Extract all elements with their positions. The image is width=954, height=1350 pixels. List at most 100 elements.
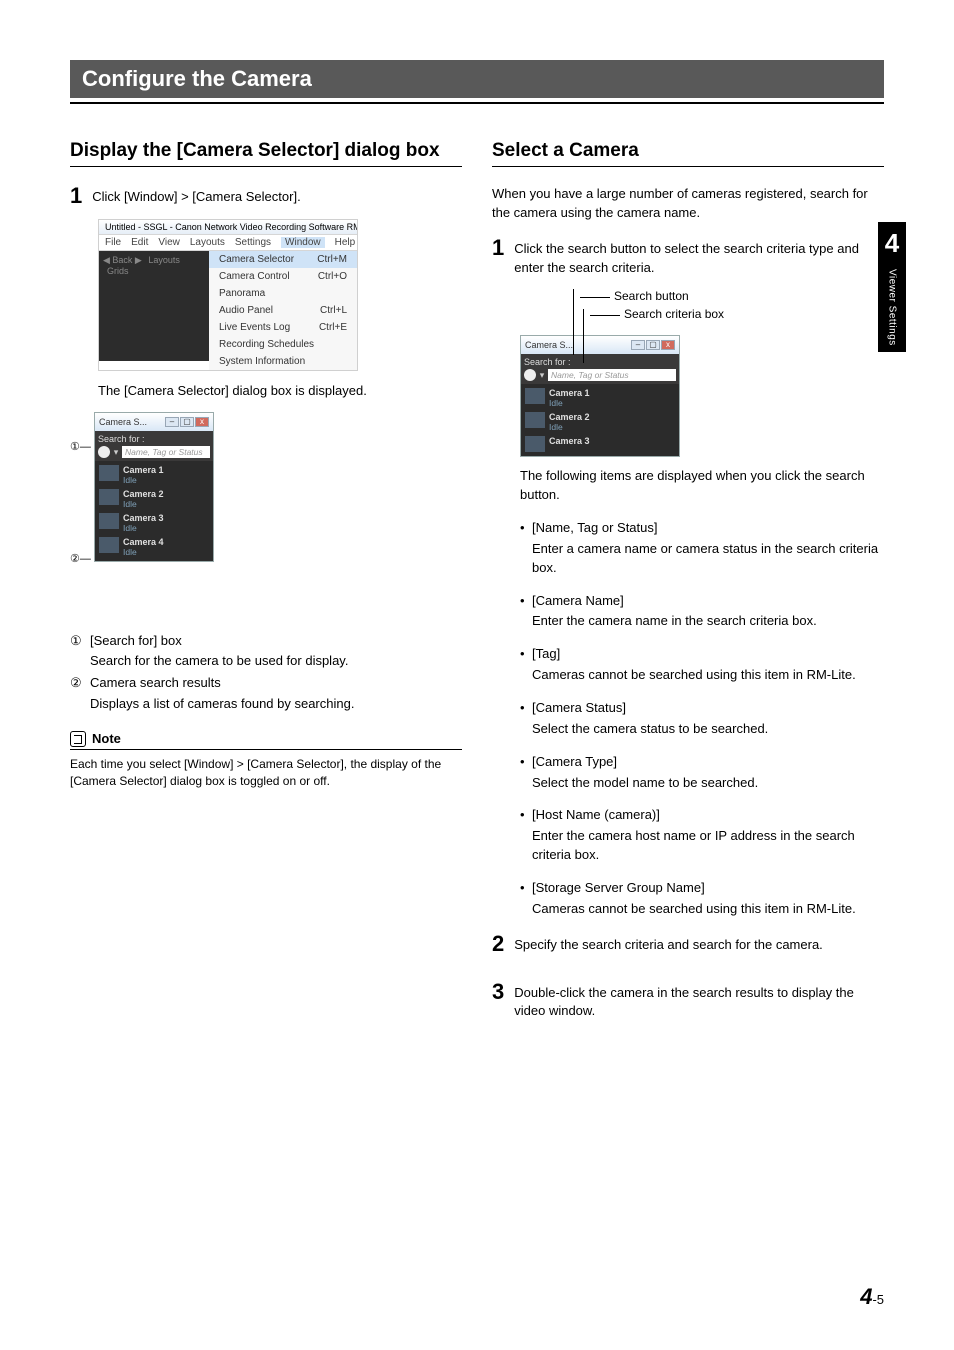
step-text: Double-click the camera in the search re…: [514, 981, 884, 1022]
search-icon[interactable]: [98, 446, 110, 458]
menu-item-camera-control[interactable]: Camera Control Ctrl+O: [209, 268, 357, 285]
close-icon[interactable]: x: [661, 340, 675, 350]
minimize-icon[interactable]: –: [165, 417, 179, 427]
minimize-icon[interactable]: –: [631, 340, 645, 350]
window-dropdown: Camera SelectorCtrl+M Camera Control Ctrl…: [209, 251, 357, 370]
menu-edit[interactable]: Edit: [131, 237, 148, 248]
intro-paragraph: When you have a large number of cameras …: [492, 185, 884, 223]
option-item: •[Camera Type]Select the model name to b…: [520, 753, 884, 793]
camera-thumb-icon: [99, 513, 119, 529]
camera-thumb-icon: [99, 465, 119, 481]
callout-1: ①—: [70, 440, 91, 453]
callout-column: ①— ②—: [70, 412, 94, 622]
maximize-icon[interactable]: ▢: [180, 417, 194, 427]
menu-item-accel: Ctrl+O: [318, 271, 347, 282]
camera-name: Camera 2: [549, 412, 590, 422]
legend-num: ①: [70, 632, 84, 670]
option-desc: Enter the camera host name or IP address…: [532, 827, 884, 865]
back-button[interactable]: ◀ Back ▶: [103, 255, 142, 265]
legend-item: ① [Search for] boxSearch for the camera …: [70, 632, 462, 670]
after-figure-text: The following items are displayed when y…: [520, 467, 884, 505]
maximize-icon[interactable]: ▢: [646, 340, 660, 350]
camera-name: Camera 2: [123, 489, 164, 499]
search-dropdown-icon[interactable]: ▾: [538, 370, 546, 381]
camera-status: Idle: [123, 475, 164, 485]
option-title: [Camera Name]: [532, 593, 624, 608]
grids-button[interactable]: Grids: [107, 266, 129, 276]
dialog-titlebar: Camera S... – ▢ x: [95, 413, 213, 431]
menu-item-label: Recording Schedules: [219, 339, 314, 350]
dialog-title: Camera S...: [525, 340, 573, 350]
camera-results-list: Camera 1Idle Camera 2Idle Camera 3Idle C…: [95, 461, 213, 561]
option-title: [Camera Status]: [532, 700, 626, 715]
menu-help[interactable]: Help: [335, 237, 356, 248]
list-item[interactable]: Camera 3Idle: [97, 511, 211, 535]
step-text: Click [Window] > [Camera Selector].: [92, 185, 300, 207]
page-title-bar: Configure the Camera: [70, 60, 884, 98]
left-column: Display the [Camera Selector] dialog box…: [70, 140, 462, 1033]
menu-layouts[interactable]: Layouts: [190, 237, 225, 248]
menu-item-label: Camera Control: [219, 271, 290, 282]
list-item[interactable]: Camera 2Idle: [97, 487, 211, 511]
option-item: •[Camera Status]Select the camera status…: [520, 699, 884, 739]
option-item: •[Tag]Cameras cannot be searched using t…: [520, 645, 884, 685]
option-title: [Host Name (camera)]: [532, 807, 660, 822]
dialog-titlebar: Camera S... – ▢ x: [521, 336, 679, 354]
menu-settings[interactable]: Settings: [235, 237, 271, 248]
search-options-list: •[Name, Tag or Status]Enter a camera nam…: [520, 519, 884, 919]
menu-item-accel: Ctrl+E: [319, 322, 347, 333]
figure-camera-selector-wrap: ①— ②— Camera S... – ▢ x Search for :: [70, 412, 462, 622]
menu-file[interactable]: File: [105, 237, 121, 248]
step-text: Click the search button to select the se…: [514, 237, 884, 278]
note-text: Each time you select [Window] > [Camera …: [70, 756, 462, 791]
menu-view[interactable]: View: [158, 237, 180, 248]
menu-window[interactable]: Window: [281, 237, 325, 248]
legend-num: ②: [70, 674, 84, 712]
close-icon[interactable]: x: [195, 417, 209, 427]
search-input[interactable]: Name, Tag or Status: [548, 369, 676, 381]
search-for-box: Search for : ▾ Name, Tag or Status: [95, 431, 213, 461]
search-input[interactable]: Name, Tag or Status: [122, 446, 210, 458]
camera-status: Idle: [123, 547, 164, 557]
menu-item-panorama[interactable]: Panorama: [209, 285, 357, 302]
note-label: Note: [92, 731, 121, 746]
content-columns: Display the [Camera Selector] dialog box…: [70, 140, 884, 1033]
camera-thumb-icon: [525, 412, 545, 428]
option-desc: Enter a camera name or camera status in …: [532, 540, 884, 578]
option-desc: Cameras cannot be searched using this it…: [532, 900, 884, 919]
camera-name: Camera 4: [123, 537, 164, 547]
camera-thumb-icon: [525, 388, 545, 404]
camera-status: Idle: [549, 422, 590, 432]
step-text: Specify the search criteria and search f…: [514, 933, 823, 955]
left-heading: Display the [Camera Selector] dialog box: [70, 140, 462, 162]
option-desc: Select the model name to be searched.: [532, 774, 884, 793]
option-desc: Cameras cannot be searched using this it…: [532, 666, 884, 685]
menu-item-system-information[interactable]: System Information: [209, 353, 357, 370]
search-icon[interactable]: [524, 369, 536, 381]
list-item[interactable]: Camera 1Idle: [97, 463, 211, 487]
chapter-label: Viewer Settings: [887, 269, 898, 346]
menu-item-audio-panel[interactable]: Audio PanelCtrl+L: [209, 302, 357, 319]
app-menubar: File Edit View Layouts Settings Window H…: [99, 235, 357, 251]
list-item[interactable]: Camera 2Idle: [523, 410, 677, 434]
list-item[interactable]: Camera 1Idle: [523, 386, 677, 410]
menu-item-label: System Information: [219, 356, 305, 367]
menu-item-recording-schedules[interactable]: Recording Schedules: [209, 336, 357, 353]
menu-item-label: Camera Selector: [219, 254, 294, 265]
search-dropdown-icon[interactable]: ▾: [112, 447, 120, 458]
window-buttons: – ▢ x: [631, 340, 675, 350]
camera-status: Idle: [123, 499, 164, 509]
label-search-button: Search button: [580, 289, 884, 303]
legend-desc: Displays a list of cameras found by sear…: [90, 695, 354, 713]
menu-item-camera-selector[interactable]: Camera SelectorCtrl+M: [209, 251, 357, 268]
list-item[interactable]: Camera 3: [523, 434, 677, 454]
right-step-3: 3 Double-click the camera in the search …: [492, 981, 884, 1022]
menu-item-live-events-log[interactable]: Live Events LogCtrl+E: [209, 319, 357, 336]
list-item[interactable]: Camera 4Idle: [97, 535, 211, 559]
heading-rule: [492, 166, 884, 167]
chapter-side-tab: 4 Viewer Settings: [878, 222, 906, 352]
label-search-criteria-box: Search criteria box: [590, 307, 884, 321]
option-desc: Enter the camera name in the search crit…: [532, 612, 884, 631]
layouts-button[interactable]: Layouts: [148, 255, 180, 265]
step-number: 3: [492, 981, 504, 1022]
